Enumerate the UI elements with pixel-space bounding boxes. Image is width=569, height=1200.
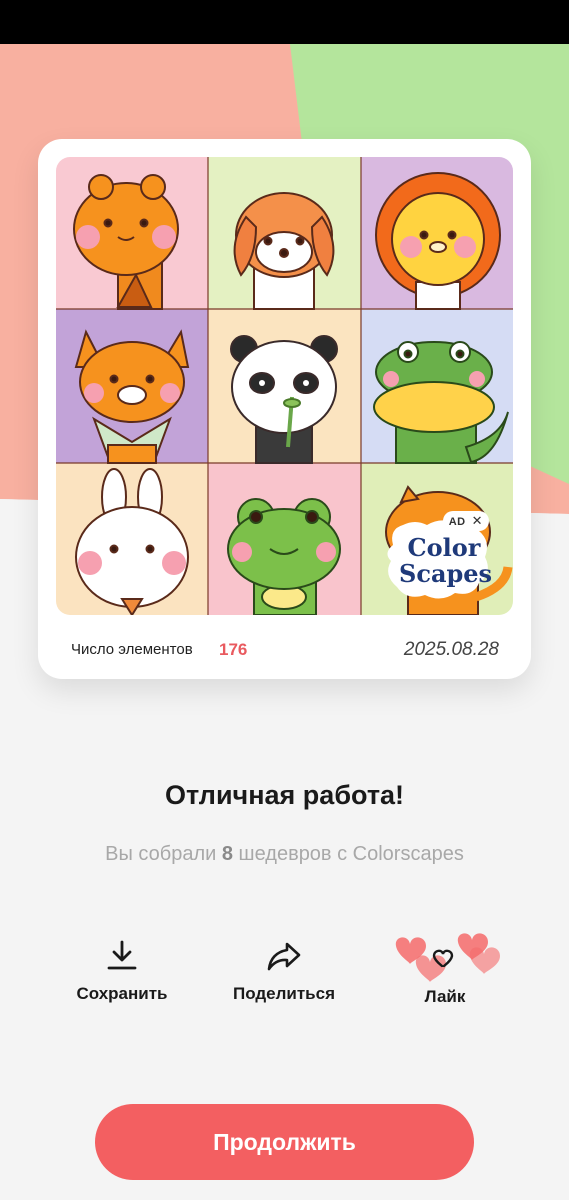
save-button[interactable]: Сохранить bbox=[52, 936, 192, 1016]
artwork-date: 2025.08.28 bbox=[403, 639, 499, 660]
colorscapes-wordmark: Color Scapes bbox=[399, 533, 493, 588]
like-label: Лайк bbox=[424, 987, 466, 1006]
continue-button[interactable]: Продолжить bbox=[95, 1104, 474, 1180]
result-subtitle: Вы собрали 8 шедевров с Colorscapes bbox=[105, 843, 464, 865]
share-arrow-icon bbox=[267, 942, 301, 971]
masterpiece-count: 8 bbox=[221, 843, 233, 865]
result-title: Отличная работа! bbox=[164, 780, 405, 810]
download-icon bbox=[107, 940, 137, 970]
share-label: Поделиться bbox=[232, 984, 336, 1003]
share-button[interactable]: Поделиться bbox=[214, 936, 354, 1016]
ad-badge[interactable]: AD ✕ Color Scapes bbox=[379, 511, 499, 605]
close-icon[interactable]: ✕ bbox=[472, 513, 483, 528]
like-button[interactable] bbox=[384, 922, 504, 984]
elements-count: 176 bbox=[219, 640, 248, 659]
card-footer: Число элементов 176 2025.08.28 bbox=[71, 639, 499, 661]
elements-label: Число элементов bbox=[71, 641, 193, 658]
artwork-card: AD ✕ Color Scapes Число элементов 176 202… bbox=[38, 139, 531, 679]
hearts-icon bbox=[395, 933, 500, 982]
status-bar bbox=[0, 0, 569, 44]
ad-tag: AD ✕ bbox=[442, 511, 489, 531]
save-label: Сохранить bbox=[76, 984, 168, 1003]
